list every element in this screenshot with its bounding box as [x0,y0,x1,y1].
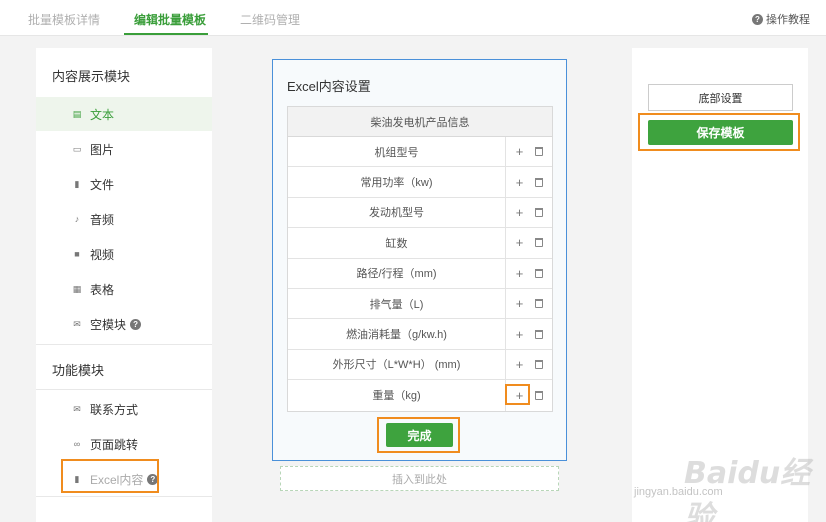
watermark-url: jingyan.baidu.com [634,486,723,498]
row-label[interactable]: 路径/行程（mm) [288,258,506,288]
help-link[interactable]: ? 操作教程 [752,11,810,27]
trash-icon[interactable] [532,388,546,402]
tab-qrcode-management[interactable]: 二维码管理 [240,11,300,28]
module-item-label: 文本 [90,107,115,122]
row-label[interactable]: 发动机型号 [288,197,506,228]
video-icon: ■ [74,249,80,259]
content-modules-title: 内容展示模块 [52,69,131,84]
module-item-label: 图片 [90,142,115,157]
row-label[interactable]: 外形尺寸（L*W*H） (mm) [288,349,506,380]
question-icon[interactable]: ? [130,318,142,330]
section-divider [36,496,212,497]
plus-icon[interactable]: + [513,296,527,311]
table-row: 机组型号 + [288,137,552,168]
module-panel: 内容展示模块 ▤ 文本 ▭ 图片 ▮ 文件 ♪ 音频 ■ 视频 ▦ 表格 ✉ 空… [36,48,212,522]
module-item-label: 页面跳转 [90,437,139,452]
row-actions: + [506,289,552,318]
image-icon: ▭ [72,143,82,154]
module-item-file[interactable]: ▮ 文件 [36,167,212,201]
module-item-audio[interactable]: ♪ 音频 [36,202,212,236]
row-actions: + [506,319,552,348]
row-label[interactable]: 排气量（L) [288,288,506,319]
section-divider [36,344,212,345]
plus-icon[interactable]: + [513,205,527,220]
row-label[interactable]: 缸数 [288,228,506,258]
module-item-label: 文件 [90,177,115,192]
table-icon: ▦ [72,283,82,294]
plus-icon[interactable]: + [513,235,527,250]
trash-icon[interactable] [532,145,546,159]
envelope-icon: ✉ [73,403,81,414]
insert-here-dropzone[interactable]: 插入到此处 [280,466,559,491]
module-item-contact[interactable]: ✉ 联系方式 [36,392,212,426]
row-actions: + [506,228,552,257]
module-item-table[interactable]: ▦ 表格 [36,272,212,306]
row-label[interactable]: 重量（kg) [288,380,506,411]
module-item-label: 空模块 [90,317,127,332]
top-tab-bar: 批量模板详情 编辑批量模板 二维码管理 ? 操作教程 [0,0,826,36]
table-row: 外形尺寸（L*W*H） (mm) + [288,349,552,381]
save-template-button[interactable]: 保存模板 [648,120,793,145]
table-row: 常用功率（kw) + [288,167,552,198]
file-text-icon: ▤ [72,108,82,119]
baidu-watermark: Baidu经验 jingyan.baidu.com [634,438,814,522]
plus-icon[interactable]: + [513,327,527,342]
help-label: 操作教程 [766,14,810,26]
trash-icon[interactable] [532,297,546,311]
plus-icon[interactable]: + [513,266,527,281]
row-label[interactable]: 燃油消耗量（g/kw.h) [288,319,506,349]
trash-icon[interactable] [532,205,546,219]
function-modules-title: 功能模块 [52,363,105,378]
trash-icon[interactable] [532,266,546,280]
table-row: 路径/行程（mm) + [288,258,552,289]
microphone-icon: ♪ [74,214,80,224]
module-item-image[interactable]: ▭ 图片 [36,132,212,166]
table-header[interactable]: 柴油发电机产品信息 [288,107,552,137]
module-item-text[interactable]: ▤ 文本 [36,97,212,131]
row-actions: + [506,259,552,288]
row-label[interactable]: 常用功率（kw) [288,167,506,197]
card-title: Excel内容设置 [287,79,371,94]
module-item-video[interactable]: ■ 视频 [36,237,212,271]
tab-template-details[interactable]: 批量模板详情 [28,11,100,28]
row-label[interactable]: 机组型号 [288,137,506,167]
excel-table: 柴油发电机产品信息 机组型号 + 常用功率（kw) + 发动机型号 + 缸数 + 路径/行程（m… [287,106,553,412]
trash-icon[interactable] [532,357,546,371]
module-item-label: 表格 [90,282,115,297]
row-actions: + [506,350,552,379]
module-item-label: 音频 [90,212,115,227]
trash-icon[interactable] [532,327,546,341]
module-item-label: 视频 [90,247,115,262]
row-actions: + [506,167,552,196]
done-button[interactable]: 完成 [386,423,453,447]
table-row: 发动机型号 + [288,197,552,229]
module-item-empty[interactable]: ✉ 空模块 ? [36,307,212,341]
bottom-settings-button[interactable]: 底部设置 [648,84,793,111]
link-icon: ∞ [73,439,81,449]
table-row: 排气量（L) + [288,288,552,320]
watermark-logo: Baidu经验 [684,456,811,522]
trash-icon[interactable] [532,236,546,250]
envelope-icon: ✉ [73,318,81,329]
plus-icon[interactable]: + [513,357,527,372]
plus-icon[interactable]: + [513,175,527,190]
highlight-add-row [505,384,530,405]
plus-icon[interactable]: + [513,144,527,159]
table-row: 燃油消耗量（g/kw.h) + [288,319,552,350]
section-divider [36,389,212,390]
trash-icon[interactable] [532,175,546,189]
row-actions: + [506,198,552,227]
module-item-label: 联系方式 [90,402,139,417]
tab-edit-template[interactable]: 编辑批量模板 [134,11,206,28]
module-item-page-jump[interactable]: ∞ 页面跳转 [36,427,212,461]
active-tab-indicator [124,33,208,35]
file-icon: ▮ [74,178,80,189]
highlight-excel-module [61,459,159,493]
row-actions: + [506,137,552,166]
table-row: 缸数 + [288,228,552,259]
question-icon: ? [752,13,763,25]
